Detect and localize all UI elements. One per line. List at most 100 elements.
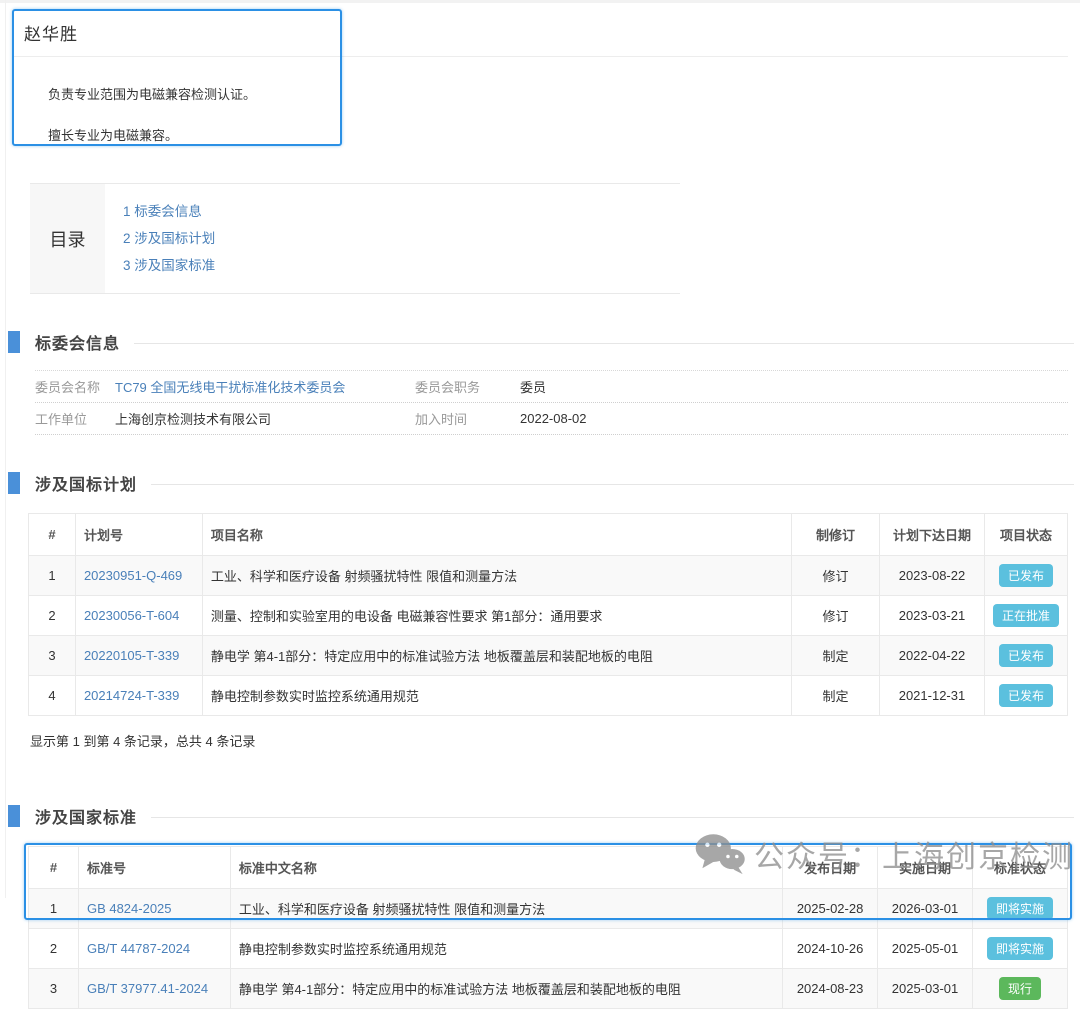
toc-links: 1 标委会信息 2 涉及国标计划 3 涉及国家标准 bbox=[105, 184, 215, 293]
standard-name: 静电控制参数实时监控系统通用规范 bbox=[230, 929, 782, 969]
plan-number-link[interactable]: 20230951-Q-469 bbox=[84, 568, 182, 583]
status-badge: 正在批准 bbox=[993, 604, 1059, 627]
section-national-plans: 涉及国标计划 # 计划号 项目名称 制修订 计划下达日期 项目状态 1 2023… bbox=[0, 471, 1080, 750]
column-header: 标准中文名称 bbox=[230, 847, 782, 889]
table-row: 4 20214724-T-339 静电控制参数实时监控系统通用规范 制定 202… bbox=[29, 676, 1068, 716]
status-badge: 已发布 bbox=[999, 644, 1053, 667]
row-index: 4 bbox=[29, 676, 76, 716]
project-name: 测量、控制和实验室用的电设备 电磁兼容性要求 第1部分：通用要求 bbox=[202, 596, 791, 636]
plan-number-link[interactable]: 20214724-T-339 bbox=[84, 688, 179, 703]
plan-date: 2022-04-22 bbox=[880, 636, 985, 676]
table-row: 1 GB 4824-2025 工业、科学和医疗设备 射频骚扰特性 限值和测量方法… bbox=[29, 889, 1068, 929]
section-divider bbox=[151, 484, 1074, 485]
section-header: 标委会信息 bbox=[8, 330, 1080, 354]
profile-intro-line: 负责专业范围为电磁兼容检测认证。 bbox=[48, 84, 1080, 103]
toc-link-committee-info[interactable]: 1 标委会信息 bbox=[123, 198, 215, 225]
info-row: 工作单位 上海创京检测技术有限公司 加入时间 2022-08-02 bbox=[35, 403, 1068, 435]
row-index: 3 bbox=[29, 969, 79, 1009]
plan-date: 2023-08-22 bbox=[880, 556, 985, 596]
standards-table: # 标准号 标准中文名称 发布日期 实施日期 标准状态 1 GB 4824-20… bbox=[28, 846, 1068, 1009]
row-index: 3 bbox=[29, 636, 76, 676]
column-header: 发布日期 bbox=[783, 847, 878, 889]
toc-link-national-plans[interactable]: 2 涉及国标计划 bbox=[123, 225, 215, 252]
implement-date: 2025-05-01 bbox=[878, 929, 973, 969]
table-row: 3 20220105-T-339 静电学 第4-1部分：特定应用中的标准试验方法… bbox=[29, 636, 1068, 676]
section-header: 涉及国家标准 bbox=[8, 804, 1080, 828]
publish-date: 2024-10-26 bbox=[783, 929, 878, 969]
standard-name: 静电学 第4-1部分：特定应用中的标准试验方法 地板覆盖层和装配地板的电阻 bbox=[230, 969, 782, 1009]
section-title: 涉及国标计划 bbox=[35, 471, 137, 495]
status-badge: 现行 bbox=[999, 977, 1041, 1000]
plan-date: 2023-03-21 bbox=[880, 596, 985, 636]
status-badge: 已发布 bbox=[999, 564, 1053, 587]
column-header: 项目名称 bbox=[202, 514, 791, 556]
committee-name-link[interactable]: TC79 全国无线电干扰标准化技术委员会 bbox=[115, 380, 345, 395]
revision-type: 修订 bbox=[792, 596, 880, 636]
standard-name: 工业、科学和医疗设备 射频骚扰特性 限值和测量方法 bbox=[230, 889, 782, 929]
toc-label: 目录 bbox=[30, 184, 105, 293]
field-label: 委员会名称 bbox=[35, 377, 115, 396]
row-index: 1 bbox=[29, 556, 76, 596]
table-header-row: # 计划号 项目名称 制修订 计划下达日期 项目状态 bbox=[29, 514, 1068, 556]
plan-date: 2021-12-31 bbox=[880, 676, 985, 716]
section-title: 标委会信息 bbox=[35, 330, 120, 354]
table-row: 2 GB/T 44787-2024 静电控制参数实时监控系统通用规范 2024-… bbox=[29, 929, 1068, 969]
column-header: 实施日期 bbox=[878, 847, 973, 889]
page-title: 赵华胜 bbox=[14, 3, 1068, 57]
status-badge: 即将实施 bbox=[987, 937, 1053, 960]
publish-date: 2025-02-28 bbox=[783, 889, 878, 929]
row-index: 2 bbox=[29, 929, 79, 969]
row-index: 2 bbox=[29, 596, 76, 636]
field-value: 委员 bbox=[520, 377, 546, 396]
section-accent-bar bbox=[8, 331, 20, 353]
info-row: 委员会名称 TC79 全国无线电干扰标准化技术委员会 委员会职务 委员 bbox=[35, 370, 1068, 403]
project-name: 静电学 第4-1部分：特定应用中的标准试验方法 地板覆盖层和装配地板的电阻 bbox=[202, 636, 791, 676]
project-name: 静电控制参数实时监控系统通用规范 bbox=[202, 676, 791, 716]
section-title: 涉及国家标准 bbox=[35, 804, 137, 828]
column-header: 计划号 bbox=[75, 514, 202, 556]
row-index: 1 bbox=[29, 889, 79, 929]
column-header: 制修订 bbox=[792, 514, 880, 556]
column-header: # bbox=[29, 847, 79, 889]
field-label: 加入时间 bbox=[415, 409, 520, 428]
column-header: 标准号 bbox=[78, 847, 230, 889]
toc-link-national-standards[interactable]: 3 涉及国家标准 bbox=[123, 252, 215, 279]
section-accent-bar bbox=[8, 472, 20, 494]
standard-number-link[interactable]: GB/T 44787-2024 bbox=[87, 941, 190, 956]
standard-number-link[interactable]: GB/T 37977.41-2024 bbox=[87, 981, 208, 996]
records-summary: 显示第 1 到第 4 条记录，总共 4 条记录 bbox=[30, 731, 1080, 750]
column-header: 计划下达日期 bbox=[880, 514, 985, 556]
publish-date: 2024-08-23 bbox=[783, 969, 878, 1009]
revision-type: 制定 bbox=[792, 676, 880, 716]
profile-header: 赵华胜 负责专业范围为电磁兼容检测认证。 擅长专业为电磁兼容。 bbox=[0, 3, 1080, 155]
section-divider bbox=[151, 817, 1074, 818]
section-national-standards: 涉及国家标准 # 标准号 标准中文名称 发布日期 实施日期 标准状态 1 GB … bbox=[0, 804, 1080, 1009]
field-label: 委员会职务 bbox=[415, 377, 520, 396]
status-badge: 即将实施 bbox=[987, 897, 1053, 920]
plan-number-link[interactable]: 20230056-T-604 bbox=[84, 608, 179, 623]
revision-type: 修订 bbox=[792, 556, 880, 596]
committee-info-table: 委员会名称 TC79 全国无线电干扰标准化技术委员会 委员会职务 委员 工作单位… bbox=[35, 370, 1068, 435]
field-label: 工作单位 bbox=[35, 409, 115, 428]
field-value: 2022-08-02 bbox=[520, 411, 587, 426]
section-header: 涉及国标计划 bbox=[8, 471, 1080, 495]
project-name: 工业、科学和医疗设备 射频骚扰特性 限值和测量方法 bbox=[202, 556, 791, 596]
plan-number-link[interactable]: 20220105-T-339 bbox=[84, 648, 179, 663]
section-committee-info: 标委会信息 委员会名称 TC79 全国无线电干扰标准化技术委员会 委员会职务 委… bbox=[0, 330, 1080, 435]
field-value: 上海创京检测技术有限公司 bbox=[115, 409, 415, 428]
profile-intro-line: 擅长专业为电磁兼容。 bbox=[48, 125, 1080, 144]
column-header: # bbox=[29, 514, 76, 556]
table-row: 2 20230056-T-604 测量、控制和实验室用的电设备 电磁兼容性要求 … bbox=[29, 596, 1068, 636]
standard-number-link[interactable]: GB 4824-2025 bbox=[87, 901, 172, 916]
section-accent-bar bbox=[8, 805, 20, 827]
section-divider bbox=[134, 343, 1074, 344]
column-header: 标准状态 bbox=[972, 847, 1067, 889]
plans-table: # 计划号 项目名称 制修订 计划下达日期 项目状态 1 20230951-Q-… bbox=[28, 513, 1068, 716]
table-row: 3 GB/T 37977.41-2024 静电学 第4-1部分：特定应用中的标准… bbox=[29, 969, 1068, 1009]
status-badge: 已发布 bbox=[999, 684, 1053, 707]
implement-date: 2025-03-01 bbox=[878, 969, 973, 1009]
revision-type: 制定 bbox=[792, 636, 880, 676]
column-header: 项目状态 bbox=[984, 514, 1067, 556]
table-row: 1 20230951-Q-469 工业、科学和医疗设备 射频骚扰特性 限值和测量… bbox=[29, 556, 1068, 596]
implement-date: 2026-03-01 bbox=[878, 889, 973, 929]
